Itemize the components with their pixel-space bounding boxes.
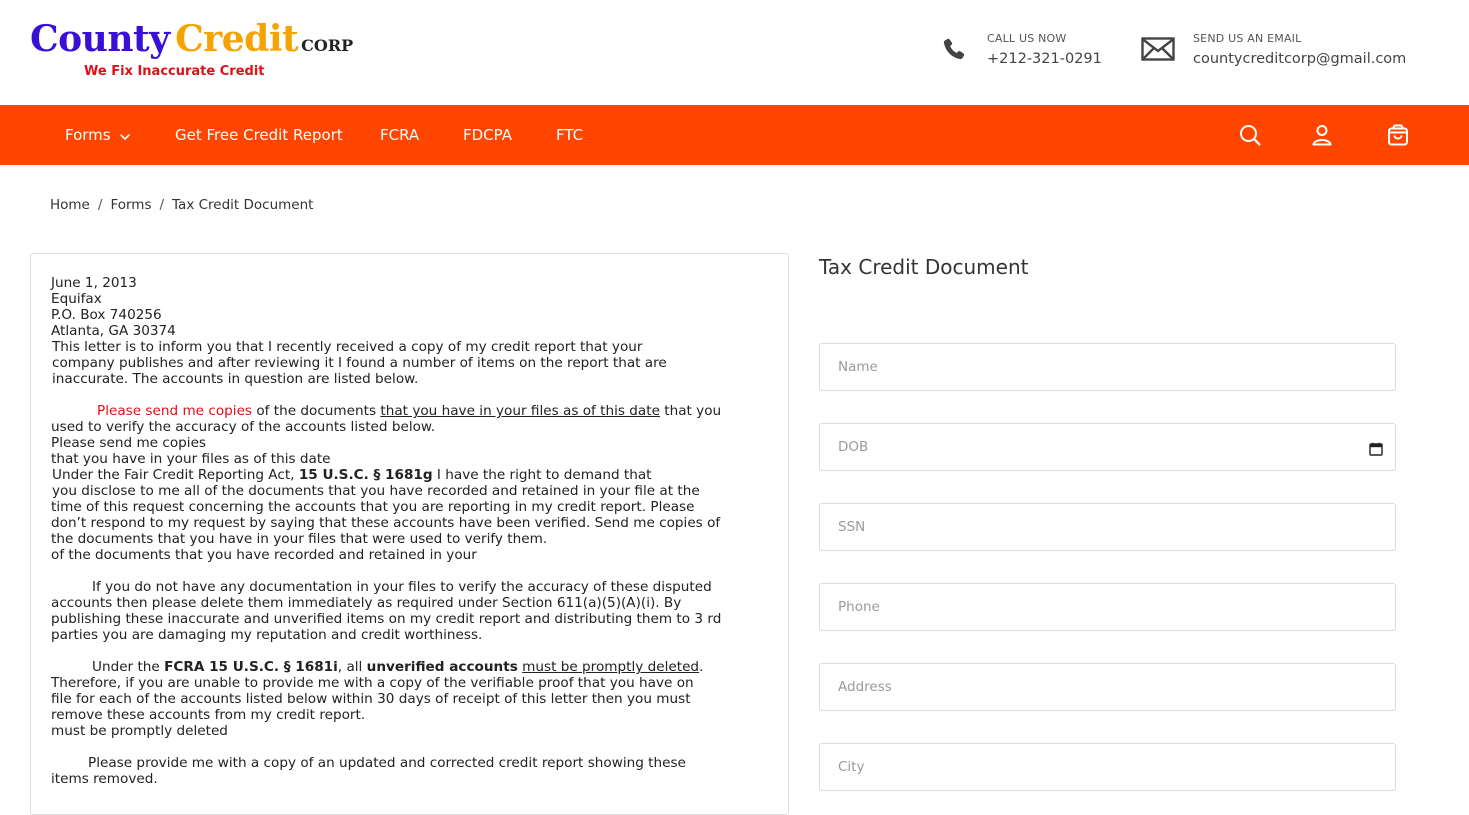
ssn-field[interactable]: [819, 503, 1396, 551]
letter-line: of the documents that you have recorded …: [51, 547, 477, 563]
letter-line: Under the Fair Credit Reporting Act, 15 …: [51, 467, 776, 483]
letter-line: If you do not have any documentation in …: [92, 579, 712, 595]
letter-line: Please send me copies of the documents t…: [51, 403, 776, 419]
nav-item-forms[interactable]: Forms: [65, 105, 131, 165]
dob-field[interactable]: [819, 423, 1396, 471]
underlined-text: that you have in your files as of this d…: [380, 403, 660, 419]
logo-tagline: We Fix Inaccurate Credit: [84, 64, 265, 79]
breadcrumb-separator: /: [97, 197, 103, 213]
letter-line: Please send me copies: [51, 435, 207, 451]
breadcrumb: Home / Forms / Tax Credit Document: [50, 197, 313, 213]
letter-line: file for each of the accounts listed bel…: [51, 691, 691, 707]
nav-item-label: Forms: [65, 126, 111, 144]
breadcrumb-home[interactable]: Home: [50, 197, 90, 213]
form-title: Tax Credit Document: [819, 255, 1029, 279]
letter-line: accounts then please delete them immedia…: [51, 595, 682, 611]
nav-item-ftc[interactable]: FTC: [556, 105, 583, 165]
letter-line: company publishes and after reviewing it…: [52, 355, 667, 371]
letter-address-line: Equifax: [51, 291, 102, 307]
breadcrumb-separator: /: [159, 197, 165, 213]
top-header: County Credit CORP We Fix Inaccurate Cred…: [0, 0, 1469, 105]
letter-line: used to verify the accuracy of the accou…: [51, 419, 436, 435]
bold-text: unverified accounts: [366, 659, 518, 675]
letter-line: the documents that you have in your file…: [51, 531, 548, 547]
search-icon[interactable]: [1238, 123, 1262, 147]
ssn-input[interactable]: [820, 504, 1395, 550]
red-highlight: Please send me copies: [97, 403, 253, 419]
letter-line: time of this request concerning the acco…: [51, 499, 695, 515]
letter-line: must be promptly deleted: [51, 723, 228, 739]
phone-input[interactable]: [820, 584, 1395, 630]
letter-line: inaccurate. The accounts in question are…: [52, 371, 419, 387]
nav-item-fdcpa[interactable]: FDCPA: [463, 105, 512, 165]
letter-address-line: Atlanta, GA 30374: [51, 323, 176, 339]
letter-line: remove these accounts from my credit rep…: [51, 707, 366, 723]
nav-item-fcra[interactable]: FCRA: [380, 105, 419, 165]
email-address[interactable]: countycreditcorp@gmail.com: [1193, 51, 1406, 67]
letter-line: don’t respond to my request by saying th…: [51, 515, 721, 531]
letter-text: Under the Fair Credit Reporting Act,: [52, 467, 299, 483]
letter-text: , all: [337, 659, 367, 675]
phone-number[interactable]: +212-321-0291: [987, 51, 1102, 67]
breadcrumb-forms[interactable]: Forms: [110, 197, 151, 213]
contact-email[interactable]: SEND US AN EMAIL countycreditcorp@gmail.…: [1141, 28, 1441, 78]
letter-line: Under the FCRA 15 U.S.C. § 1681i, all un…: [51, 659, 776, 675]
letter-text: Under the: [92, 659, 165, 675]
breadcrumb-current: Tax Credit Document: [172, 197, 314, 213]
logo-credit: Credit: [175, 18, 299, 60]
address-field[interactable]: [819, 663, 1396, 711]
calendar-icon[interactable]: [1369, 441, 1383, 460]
phone-icon: [940, 36, 968, 68]
letter-line: This letter is to inform you that I rece…: [52, 339, 643, 355]
nav-item-free-credit-report[interactable]: Get Free Credit Report: [175, 105, 343, 165]
logo-county: County: [30, 18, 170, 60]
user-icon[interactable]: [1310, 123, 1334, 147]
letter-panel[interactable]: June 1, 2013 Equifax P.O. Box 740256 Atl…: [30, 253, 789, 815]
letter-line: that you have in your files as of this d…: [51, 451, 331, 467]
letter-address-line: P.O. Box 740256: [51, 307, 162, 323]
letter-date: June 1, 2013: [51, 275, 137, 291]
letter-body: June 1, 2013 Equifax P.O. Box 740256 Atl…: [51, 275, 776, 787]
phone-label: CALL US NOW: [987, 32, 1067, 45]
underlined-text: must be promptly deleted: [522, 659, 700, 675]
address-input[interactable]: [820, 664, 1395, 710]
phone-field[interactable]: [819, 583, 1396, 631]
logo-wordmark: County Credit CORP: [30, 18, 353, 60]
dob-input[interactable]: [820, 424, 1395, 470]
letter-line: publishing these inaccurate and unverifi…: [51, 611, 722, 627]
logo[interactable]: County Credit CORP We Fix Inaccurate Cred…: [30, 18, 360, 88]
name-field[interactable]: [819, 343, 1396, 391]
letter-text: I have the right to demand that: [432, 467, 652, 483]
letter-text: of the documents: [252, 403, 381, 419]
bold-text: FCRA 15 U.S.C. § 1681i: [164, 659, 338, 675]
letter-text: .: [699, 659, 704, 675]
contact-phone[interactable]: CALL US NOW +212-321-0291: [940, 28, 1120, 78]
bold-text: 15 U.S.C. § 1681g: [298, 467, 433, 483]
chevron-down-icon: [119, 106, 131, 166]
letter-line: Therefore, if you are unable to provide …: [51, 675, 694, 691]
name-input[interactable]: [820, 344, 1395, 390]
city-input[interactable]: [820, 744, 1395, 790]
letter-line: parties you are damaging my reputation a…: [51, 627, 483, 643]
envelope-icon: [1141, 36, 1175, 66]
email-label: SEND US AN EMAIL: [1193, 32, 1302, 45]
main-nav: Forms Get Free Credit Report FCRA FDCPA …: [0, 105, 1469, 165]
city-field[interactable]: [819, 743, 1396, 791]
cart-icon[interactable]: [1386, 123, 1410, 147]
logo-corp: CORP: [301, 36, 354, 55]
letter-line: you disclose to me all of the documents …: [52, 483, 700, 499]
letter-line: Please provide me with a copy of an upda…: [88, 755, 686, 771]
letter-text: that you: [659, 403, 722, 419]
